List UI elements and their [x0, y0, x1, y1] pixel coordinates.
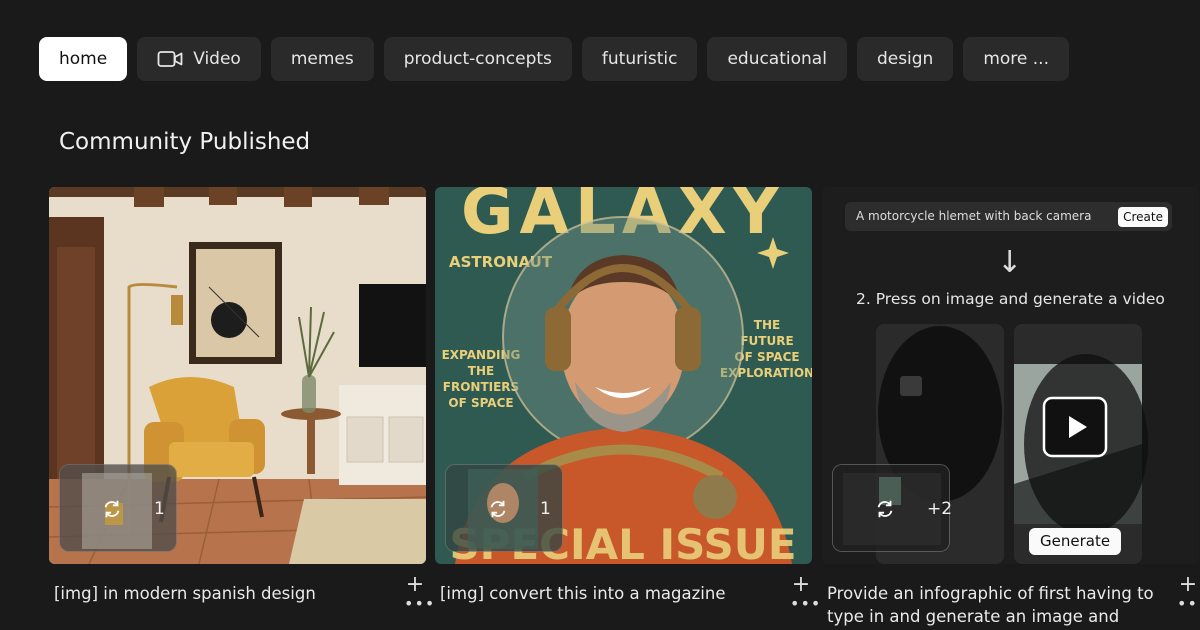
magazine-text-line: THE	[754, 318, 780, 332]
swap-icon	[490, 500, 506, 518]
card-image[interactable]: A motorcycle hlemet with back camera Cre…	[822, 187, 1199, 564]
arrow-down-icon: ↓	[997, 245, 1023, 280]
step-text: 2. Press on image and generate a video	[856, 290, 1165, 308]
prompt-text: A motorcycle hlemet with back camera	[856, 209, 1092, 223]
card-caption[interactable]: Provide an infographic of first having t…	[827, 582, 1167, 630]
variant-count: 1	[540, 499, 551, 519]
tab-more[interactable]: more ...	[963, 37, 1069, 81]
tab-educational[interactable]: educational	[707, 37, 847, 81]
variant-count: +2	[927, 499, 953, 519]
tab-label: futuristic	[601, 49, 678, 69]
tab-label: memes	[290, 49, 354, 69]
tab-label: home	[59, 49, 108, 69]
tab-video[interactable]: Video	[137, 37, 261, 81]
card-image[interactable]: 1	[49, 187, 426, 564]
generate-button: Generate	[1029, 528, 1122, 555]
tab-label: Video	[193, 49, 241, 69]
create-button: Create	[1118, 207, 1168, 227]
tab-label: more ...	[983, 49, 1049, 69]
magazine-text-line: THE	[468, 364, 494, 378]
video-camera-icon	[157, 50, 183, 68]
tab-label: product-concepts	[403, 49, 552, 69]
magazine-text-line: FUTURE	[740, 334, 793, 348]
community-card[interactable]: GALAXY ASTRONAUT EXPANDING THE FRONTIERS OF…	[435, 187, 820, 613]
swap-icon	[104, 500, 120, 518]
tab-label: educational	[727, 49, 827, 69]
more-icon[interactable]: •••	[790, 594, 820, 613]
tab-futuristic[interactable]: futuristic	[581, 37, 698, 81]
swap-icon	[877, 500, 893, 518]
card-caption[interactable]: [img] in modern spanish design	[54, 582, 394, 605]
community-card[interactable]: A motorcycle hlemet with back camera Cre…	[822, 187, 1200, 626]
section-title: Community Published	[59, 129, 311, 155]
variant-count: 1	[154, 499, 165, 519]
card-caption[interactable]: [img] convert this into a magazine	[440, 582, 780, 605]
magazine-text-line: OF SPACE	[734, 350, 799, 364]
more-icon[interactable]: •••	[404, 594, 434, 613]
card-image[interactable]: GALAXY ASTRONAUT EXPANDING THE FRONTIERS OF…	[435, 187, 812, 564]
more-icon[interactable]: •••	[1177, 594, 1200, 613]
tab-label: design	[876, 49, 934, 69]
tab-memes[interactable]: memes	[270, 37, 374, 81]
category-tabs: home Video memes product-concepts futuri…	[39, 37, 1069, 81]
prompt-bar: A motorcycle hlemet with back camera Cre…	[845, 202, 1172, 231]
community-card[interactable]: 1 [img] in modern spanish design + •••	[49, 187, 434, 613]
magazine-text-line: FRONTIERS	[443, 380, 519, 394]
tab-design[interactable]: design	[856, 37, 954, 81]
tab-product-concepts[interactable]: product-concepts	[383, 37, 572, 81]
tab-home[interactable]: home	[39, 37, 128, 81]
magazine-text-line: OF SPACE	[448, 396, 513, 410]
